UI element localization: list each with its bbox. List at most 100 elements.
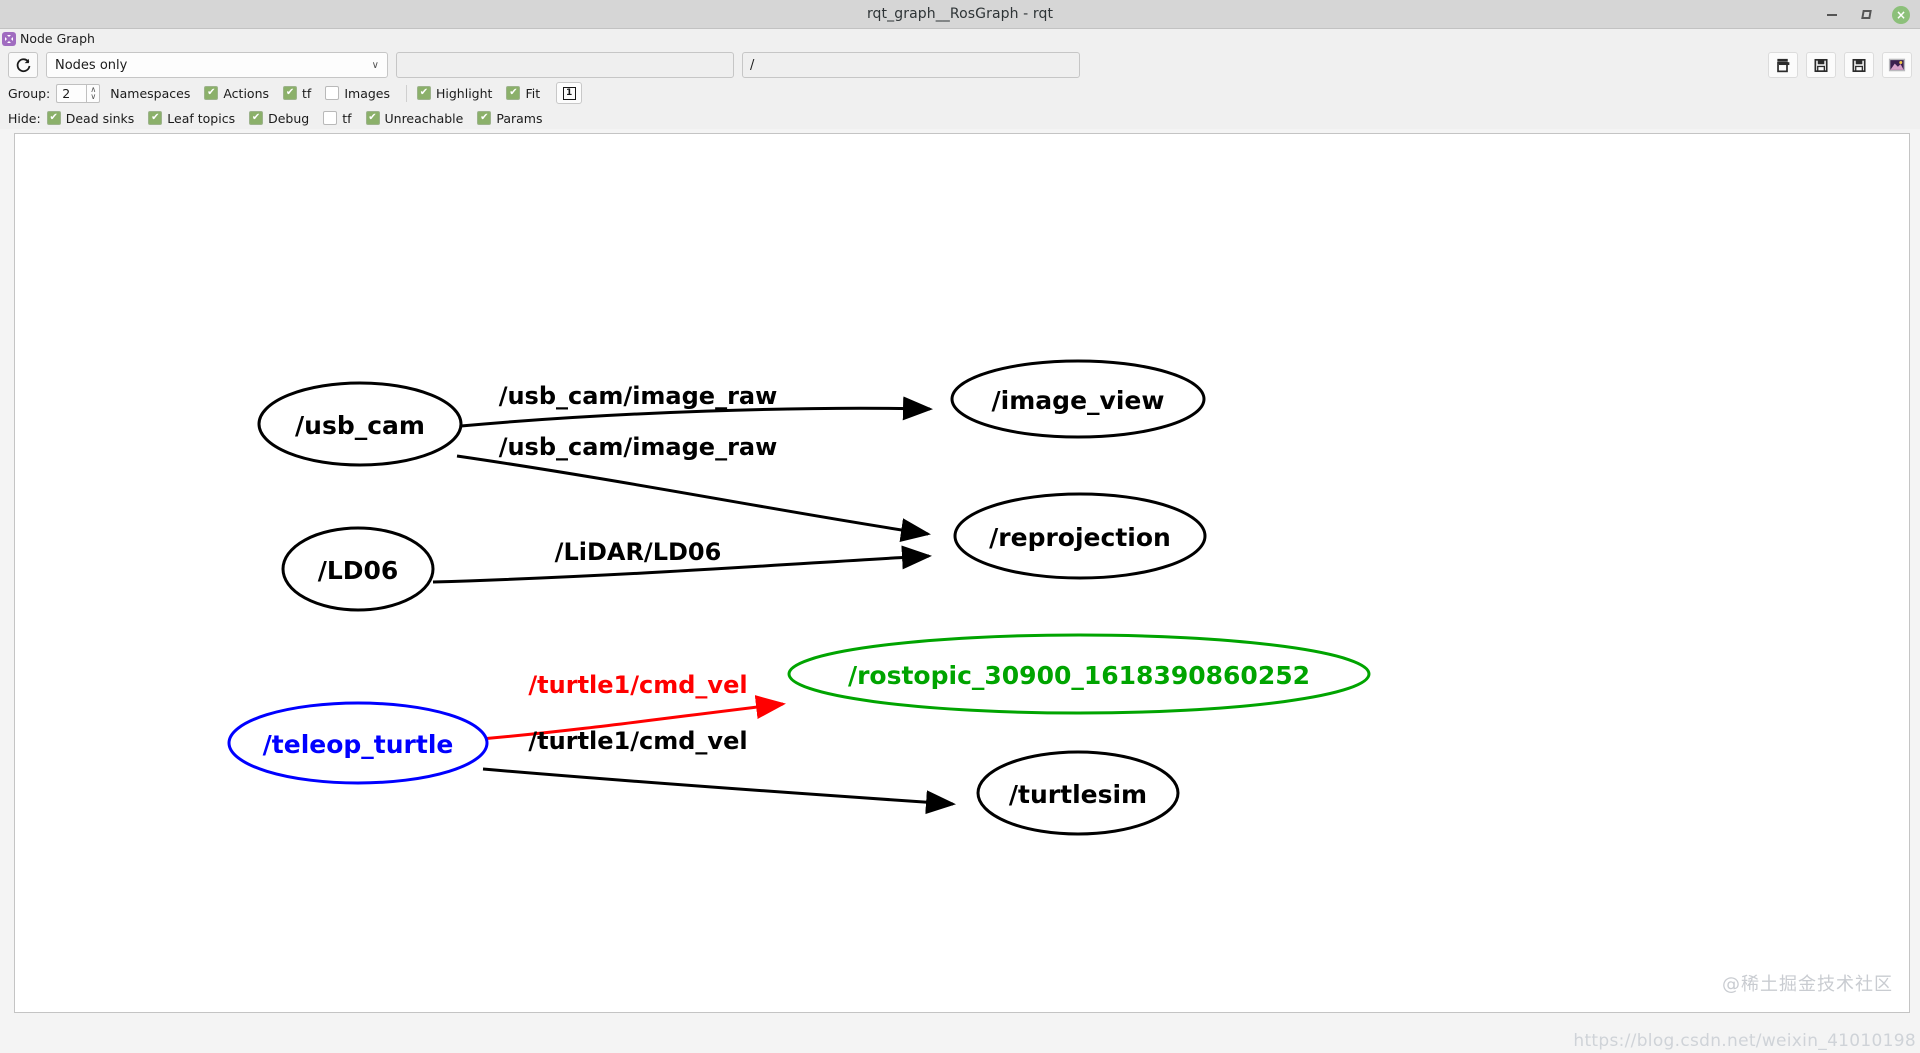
load-dot-button[interactable] bbox=[1768, 52, 1798, 78]
checkbox-debug[interactable]: ✔ Debug bbox=[249, 111, 309, 126]
edge-teleop-to-turtlesim[interactable]: /turtle1/cmd_vel bbox=[482, 727, 956, 815]
save-dot-button[interactable] bbox=[1806, 52, 1836, 78]
copy-icon bbox=[1776, 58, 1789, 72]
graph-node-usb-cam[interactable]: /usb_cam bbox=[257, 381, 463, 467]
checkbox-namespaces-label: Namespaces bbox=[110, 85, 191, 101]
watermark-url: https://blog.csdn.net/weixin_41010198 bbox=[1573, 1031, 1916, 1051]
checkbox-images[interactable]: Images bbox=[325, 86, 390, 101]
checkbox-fit-box[interactable]: ✔ bbox=[506, 86, 521, 100]
ros-graph[interactable]: /usb_cam/image_raw /usb_cam/image_raw /L… bbox=[15, 134, 1909, 1012]
edge-label: /usb_cam/image_raw bbox=[499, 382, 778, 410]
checkbox-debug-label: Debug bbox=[268, 110, 310, 126]
close-button[interactable]: × bbox=[1892, 5, 1910, 24]
checkbox-highlight-label: Highlight bbox=[436, 85, 493, 101]
edge-usb-cam-to-image-view[interactable]: /usb_cam/image_raw bbox=[460, 382, 933, 428]
spinner-down-icon[interactable]: ∨ bbox=[90, 93, 96, 101]
fit-in-view-icon: 1 bbox=[562, 86, 576, 100]
toolbar-right-buttons bbox=[1768, 52, 1912, 78]
window-title-bar: rqt_graph__RosGraph - rqt × bbox=[0, 0, 1920, 29]
graph-node-rostopic[interactable]: /rostopic_30900_1618390860252 bbox=[787, 633, 1371, 715]
chevron-down-icon: ∨ bbox=[371, 59, 379, 71]
hide-label: Hide: bbox=[8, 110, 41, 126]
filter-input[interactable] bbox=[396, 52, 734, 78]
checkbox-actions-box[interactable]: ✔ bbox=[204, 86, 219, 100]
node-graph-icon bbox=[2, 31, 16, 46]
edge-label: /turtle1/cmd_vel bbox=[528, 727, 747, 755]
checkbox-leaf-topics-box[interactable]: ✔ bbox=[148, 111, 163, 125]
group-spinner-input[interactable]: 2 bbox=[56, 83, 87, 103]
group-label: Group: bbox=[8, 85, 51, 101]
graph-node-label: /reprojection bbox=[989, 523, 1171, 552]
edge-label: /LiDAR/LD06 bbox=[555, 538, 722, 566]
graph-node-ld06[interactable]: /LD06 bbox=[281, 526, 435, 612]
save-as-image-button[interactable] bbox=[1844, 52, 1874, 78]
minimize-button[interactable] bbox=[1824, 7, 1840, 23]
graph-node-label: /image_view bbox=[992, 386, 1165, 415]
graph-node-label: /LD06 bbox=[318, 556, 399, 585]
window-title: rqt_graph__RosGraph - rqt bbox=[866, 6, 1054, 22]
checkbox-dead-sinks[interactable]: ✔ Dead sinks bbox=[46, 110, 135, 126]
save-icon bbox=[1852, 58, 1866, 72]
toolbar-divider bbox=[406, 84, 407, 102]
graph-canvas[interactable]: /usb_cam/image_raw /usb_cam/image_raw /L… bbox=[14, 133, 1910, 1013]
picture-icon bbox=[1888, 58, 1906, 72]
plugin-header: Node Graph bbox=[0, 29, 1920, 48]
namespace-input[interactable]: / bbox=[742, 52, 1080, 78]
checkbox-hide-tf[interactable]: tf bbox=[323, 110, 352, 126]
checkbox-params-box[interactable]: ✔ bbox=[477, 111, 492, 125]
checkbox-images-label: Images bbox=[344, 85, 390, 101]
checkbox-leaf-topics-label: Leaf topics bbox=[167, 110, 236, 126]
checkbox-hide-tf-label: tf bbox=[342, 110, 352, 126]
checkbox-unreachable-label: Unreachable bbox=[384, 110, 464, 126]
checkbox-unreachable-box[interactable]: ✔ bbox=[365, 111, 380, 125]
graph-node-image-view[interactable]: /image_view bbox=[950, 359, 1206, 439]
checkbox-images-box[interactable] bbox=[325, 86, 340, 100]
checkbox-dead-sinks-box[interactable]: ✔ bbox=[46, 111, 61, 125]
graph-node-label: /turtlesim bbox=[1009, 780, 1147, 809]
toolbar-row-hide: Hide: ✔ Dead sinks ✔ Leaf topics ✔ Debug… bbox=[8, 107, 1912, 129]
graph-type-value: Nodes only bbox=[55, 57, 128, 73]
checkbox-unreachable[interactable]: ✔ Unreachable bbox=[365, 110, 464, 126]
edge-label: /turtle1/cmd_vel bbox=[528, 671, 747, 699]
graph-node-turtlesim[interactable]: /turtlesim bbox=[976, 750, 1180, 836]
fit-in-view-button[interactable]: 1 bbox=[556, 82, 583, 104]
edge-ld06-to-reprojection[interactable]: /LiDAR/LD06 bbox=[432, 538, 932, 584]
maximize-icon bbox=[1862, 10, 1871, 19]
graph-node-label: /usb_cam bbox=[295, 411, 425, 440]
graph-node-label: /teleop_turtle bbox=[263, 730, 454, 759]
checkbox-actions-label: Actions bbox=[223, 85, 270, 101]
checkbox-tf-label: tf bbox=[302, 85, 312, 101]
window-controls: × bbox=[1824, 0, 1910, 29]
checkbox-fit-label: Fit bbox=[525, 85, 541, 101]
minimize-icon bbox=[1827, 13, 1837, 16]
graph-type-combobox[interactable]: Nodes only ∨ bbox=[46, 52, 388, 78]
maximize-button[interactable] bbox=[1858, 7, 1874, 23]
toolbar-row-main: Nodes only ∨ / bbox=[8, 48, 1912, 80]
checkbox-hide-tf-box[interactable] bbox=[323, 111, 338, 125]
checkbox-dead-sinks-label: Dead sinks bbox=[65, 110, 135, 126]
checkbox-debug-box[interactable]: ✔ bbox=[249, 111, 264, 125]
checkbox-params[interactable]: ✔ Params bbox=[477, 111, 542, 126]
checkbox-highlight-box[interactable]: ✔ bbox=[417, 86, 431, 100]
checkbox-fit[interactable]: ✔ Fit bbox=[506, 86, 540, 101]
group-spinner-buttons[interactable]: ∧ ∨ bbox=[86, 83, 101, 103]
group-spinner-value: 2 bbox=[62, 85, 71, 101]
checkbox-tf-box[interactable]: ✔ bbox=[283, 86, 298, 100]
checkbox-params-label: Params bbox=[496, 110, 543, 126]
checkbox-tf[interactable]: ✔ tf bbox=[283, 86, 311, 101]
graph-node-teleop-turtle[interactable]: /teleop_turtle bbox=[227, 701, 489, 785]
plugin-title: Node Graph bbox=[20, 31, 95, 46]
image-preview-button[interactable] bbox=[1882, 52, 1912, 78]
checkbox-actions[interactable]: ✔ Actions bbox=[204, 86, 269, 101]
graph-node-reprojection[interactable]: /reprojection bbox=[953, 492, 1207, 580]
checkbox-highlight[interactable]: ✔ Highlight bbox=[417, 86, 492, 101]
refresh-button[interactable] bbox=[8, 52, 38, 78]
checkbox-namespaces[interactable]: Namespaces bbox=[110, 86, 190, 101]
edge-usb-cam-to-reprojection[interactable]: /usb_cam/image_raw bbox=[456, 433, 931, 542]
namespace-input-value: / bbox=[750, 57, 755, 73]
checkbox-leaf-topics[interactable]: ✔ Leaf topics bbox=[148, 111, 235, 126]
edge-label: /usb_cam/image_raw bbox=[499, 433, 778, 461]
refresh-icon bbox=[16, 57, 30, 72]
save-icon bbox=[1814, 58, 1828, 72]
toolbar-row-options: Group: 2 ∧ ∨ Namespaces ✔ Actions ✔ tf I… bbox=[8, 82, 1912, 104]
